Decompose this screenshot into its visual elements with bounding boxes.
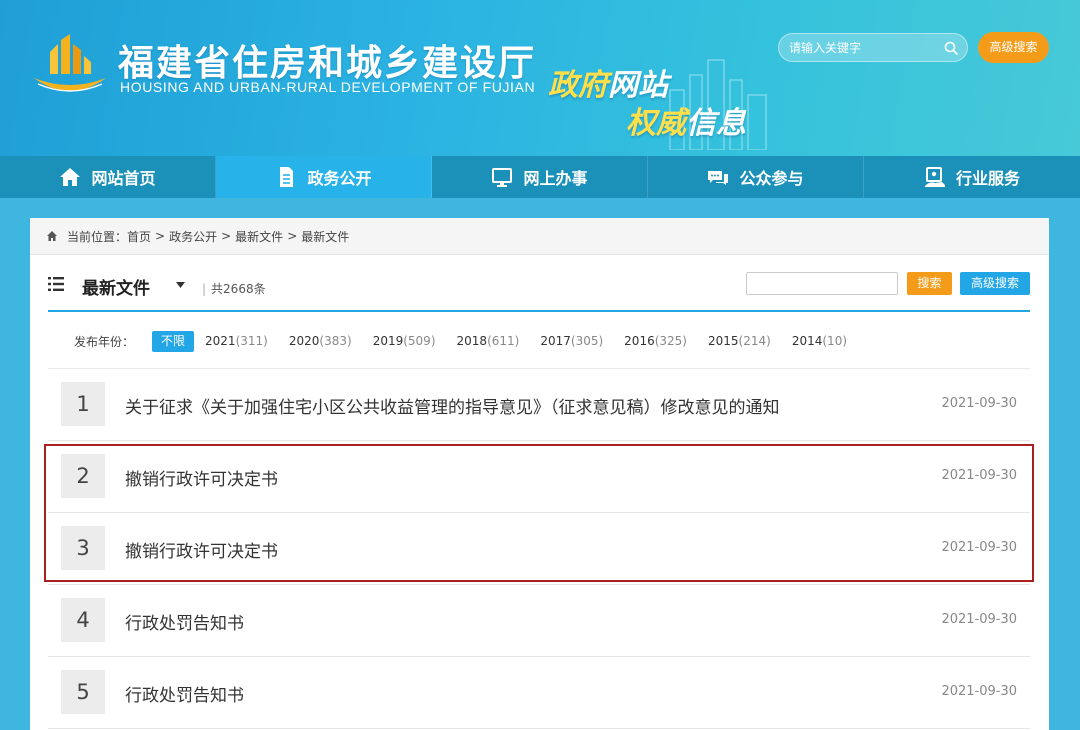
- breadcrumb-prefix: 当前位置：: [67, 229, 128, 244]
- year-filter-label: 发布年份：: [74, 334, 135, 349]
- document-date: 2021-09-30: [941, 684, 1017, 699]
- year-filter-2019[interactable]: 2019(509): [373, 334, 436, 348]
- count-divider: |: [202, 282, 207, 296]
- list-title: 最新文件: [82, 279, 150, 299]
- year-filter-2018[interactable]: 2018(611): [457, 334, 520, 348]
- year-count: (10): [822, 334, 848, 348]
- document-title-link[interactable]: 行政处罚告知书: [125, 681, 244, 706]
- year-filter-2014[interactable]: 2014(10): [792, 334, 847, 348]
- search-icon[interactable]: [943, 40, 959, 56]
- document-list: 1 关于征求《关于加强住宅小区公共收益管理的指导意见》（征求意见稿）修改意见的通…: [48, 369, 1030, 729]
- slogan-1-highlight: 政府: [548, 68, 608, 103]
- nav-item-industry-service[interactable]: 行业服务: [864, 156, 1080, 198]
- document-date: 2021-09-30: [941, 612, 1017, 627]
- list-search-input[interactable]: [746, 272, 898, 295]
- list-search-button[interactable]: 搜索: [907, 272, 952, 295]
- home-icon: [60, 168, 81, 186]
- monitor-icon: [492, 168, 513, 187]
- nav-item-public-participation[interactable]: 公众参与: [648, 156, 864, 198]
- year-filter-2021[interactable]: 2021(311): [205, 334, 268, 348]
- list-header: 最新文件 | 共2668条 搜索 高级搜索: [48, 255, 1030, 312]
- breadcrumb-link-latest-docs[interactable]: 最新文件: [235, 228, 283, 245]
- site-subtitle: HOUSING AND URBAN-RURAL DEVELOPMENT OF F…: [120, 79, 536, 95]
- document-title-link[interactable]: 行政处罚告知书: [125, 609, 244, 634]
- document-row[interactable]: 4 行政处罚告知书 2021-09-30: [48, 585, 1030, 657]
- list-menu-icon: [48, 277, 64, 291]
- document-row[interactable]: 3 撤销行政许可决定书 2021-09-30: [48, 513, 1030, 585]
- document-index: 3: [61, 526, 105, 570]
- document-date: 2021-09-30: [941, 540, 1017, 555]
- document-row[interactable]: 1 关于征求《关于加强住宅小区公共收益管理的指导意见》（征求意见稿）修改意见的通…: [48, 369, 1030, 441]
- header-advanced-search-button[interactable]: 高级搜索: [978, 32, 1049, 63]
- year-filter-2017[interactable]: 2017(305): [540, 334, 603, 348]
- nav-item-label: 公众参与: [739, 169, 804, 188]
- slogan-2-highlight: 权威: [626, 106, 686, 141]
- year-value: 2015: [708, 334, 739, 348]
- year-filter-2016[interactable]: 2016(325): [624, 334, 687, 348]
- nav-item-online-service[interactable]: 网上办事: [432, 156, 648, 198]
- year-value: 2021: [205, 334, 236, 348]
- document-date: 2021-09-30: [941, 468, 1017, 483]
- nav-item-label: 政务公开: [307, 169, 372, 188]
- site-header: 福建省住房和城乡建设厅 HOUSING AND URBAN-RURAL DEVE…: [0, 0, 1080, 156]
- document-icon: [280, 167, 294, 187]
- document-row[interactable]: 5 行政处罚告知书 2021-09-30: [48, 657, 1030, 729]
- header-search-box: [778, 33, 968, 62]
- document-row[interactable]: 2 撤销行政许可决定书 2021-09-30: [48, 441, 1030, 513]
- breadcrumb-separator: >: [155, 229, 166, 243]
- nav-item-home[interactable]: 网站首页: [0, 156, 216, 198]
- breadcrumb-separator: >: [221, 229, 232, 243]
- header-search-input[interactable]: [789, 39, 939, 57]
- list-advanced-search-button[interactable]: 高级搜索: [960, 272, 1030, 295]
- nav-item-label: 网站首页: [91, 169, 156, 188]
- nav-item-label: 行业服务: [955, 169, 1020, 188]
- year-count: (325): [654, 334, 687, 348]
- breadcrumb-link-current[interactable]: 最新文件: [301, 228, 349, 245]
- chat-icon: [708, 171, 729, 185]
- year-count: (305): [570, 334, 604, 348]
- document-date: 2021-09-30: [941, 396, 1017, 411]
- year-value: 2018: [456, 334, 488, 348]
- breadcrumb: 当前位置： 首页 > 政务公开 > 最新文件 > 最新文件: [30, 218, 1049, 255]
- year-filter-bar: 发布年份： 不限 2021(311) 2020(383) 2019(509) 2…: [48, 314, 1030, 369]
- year-value: 2014: [791, 334, 823, 348]
- year-filter-2020[interactable]: 2020(383): [289, 334, 352, 348]
- document-index: 1: [61, 382, 105, 426]
- year-count: (383): [319, 334, 352, 348]
- nav-item-label: 网上办事: [523, 169, 588, 188]
- breadcrumb-link-home[interactable]: 首页: [127, 228, 151, 245]
- content-panel: 当前位置： 首页 > 政务公开 > 最新文件 > 最新文件 最新文件 | 共266…: [30, 218, 1049, 730]
- year-count: (611): [487, 334, 520, 348]
- document-title-link[interactable]: 撤销行政许可决定书: [125, 465, 278, 490]
- year-filter-2015[interactable]: 2015(214): [708, 334, 771, 348]
- year-filter-all[interactable]: 不限: [152, 330, 195, 352]
- logo-icon[interactable]: [30, 34, 110, 100]
- year-count: (509): [403, 334, 436, 348]
- slogan-line-2: 权威信息: [626, 98, 746, 142]
- year-value: 2019: [372, 334, 404, 348]
- breadcrumb-separator: >: [287, 229, 298, 243]
- year-count: (311): [235, 334, 268, 348]
- year-value: 2016: [624, 334, 655, 348]
- home-icon: [47, 231, 57, 241]
- nav-item-gov-affairs[interactable]: 政务公开: [216, 156, 432, 198]
- document-title-link[interactable]: 关于征求《关于加强住宅小区公共收益管理的指导意见》（征求意见稿）修改意见的通知: [125, 393, 780, 418]
- year-value: 2020: [288, 334, 320, 348]
- slogan-2-rest: 信息: [686, 106, 746, 141]
- count-text: 共2668条: [211, 282, 266, 296]
- chevron-down-icon[interactable]: [176, 282, 185, 288]
- document-title-link[interactable]: 撤销行政许可决定书: [125, 537, 278, 562]
- main-nav: 网站首页 政务公开 网上办事 公众参与 行业服务: [0, 156, 1080, 198]
- document-index: 2: [61, 454, 105, 498]
- document-index: 5: [61, 670, 105, 714]
- document-index: 4: [61, 598, 105, 642]
- year-value: 2017: [540, 334, 571, 348]
- service-icon: [924, 167, 945, 187]
- year-count: (214): [738, 334, 771, 348]
- list-total-count: | 共2668条: [202, 280, 266, 297]
- breadcrumb-link-gov-affairs[interactable]: 政务公开: [169, 228, 217, 245]
